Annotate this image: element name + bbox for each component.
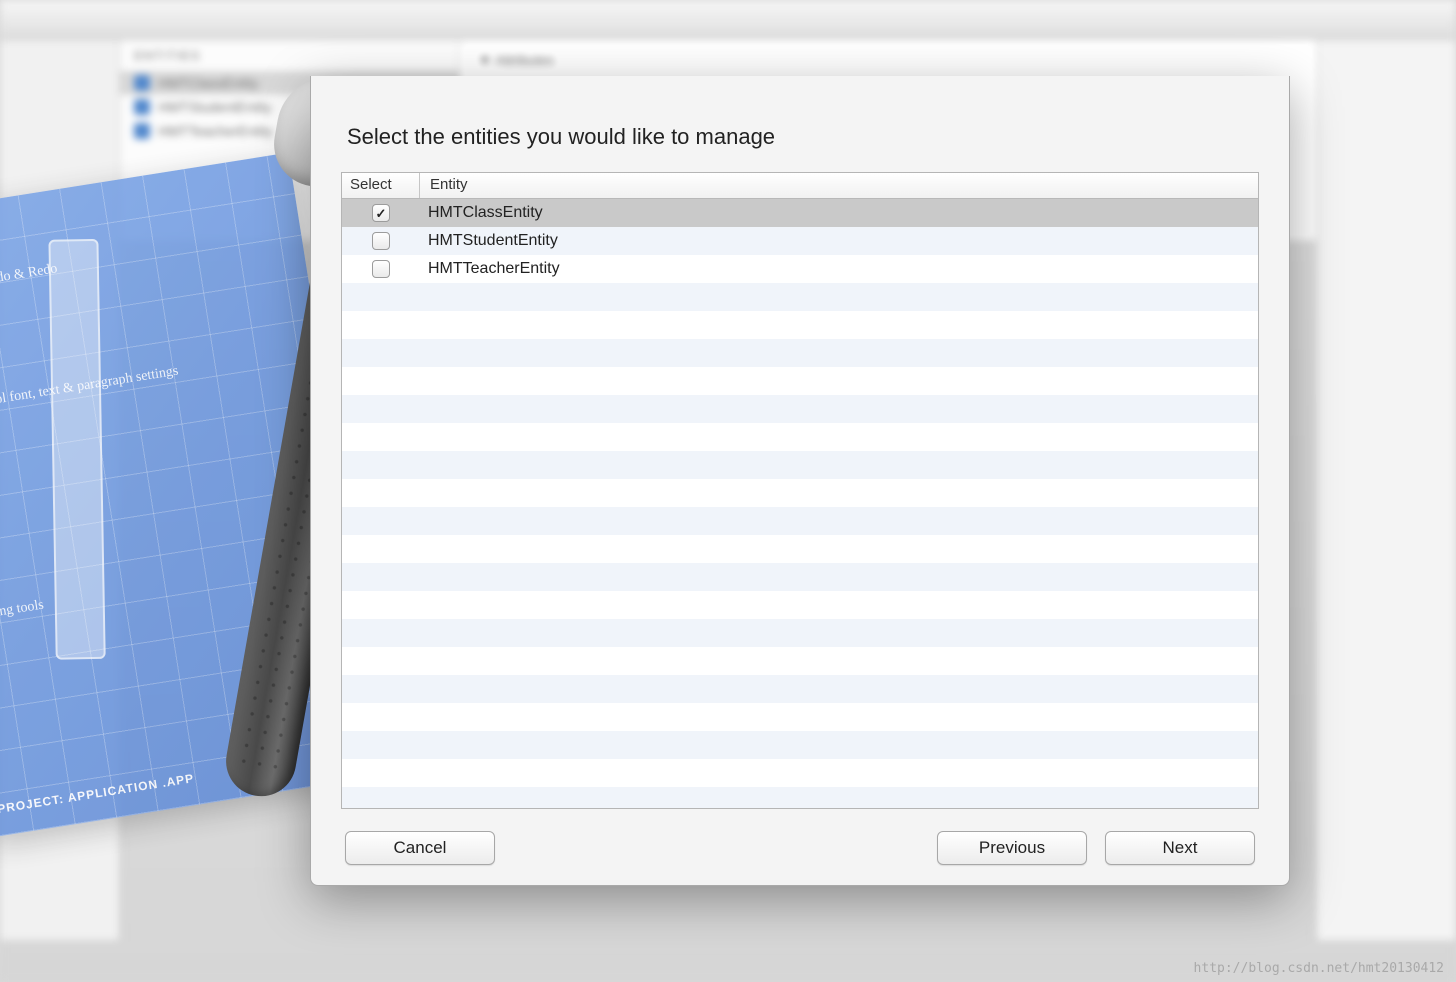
entity-selection-dialog: Select the entities you would like to ma… [310, 76, 1290, 886]
entity-table: Select Entity HMTClassEntity HMTStudentE… [341, 172, 1259, 809]
previous-button[interactable]: Previous [937, 831, 1087, 865]
bg-inspector [1316, 40, 1456, 940]
dialog-title: Select the entities you would like to ma… [347, 124, 1253, 150]
checkbox-icon[interactable] [372, 260, 390, 278]
bg-attributes-header: ▼ Attributes [460, 40, 1316, 80]
table-row[interactable]: HMTClassEntity [342, 199, 1258, 227]
column-header-select[interactable]: Select [342, 173, 420, 198]
cell-select [342, 204, 420, 222]
button-bar: Cancel Previous Next [341, 809, 1259, 865]
checkbox-icon[interactable] [372, 204, 390, 222]
blueprint-text: editing tools [0, 597, 45, 626]
table-body[interactable]: HMTClassEntity HMTStudentEntity HMTTeach… [342, 199, 1258, 808]
column-header-entity[interactable]: Entity [420, 173, 1258, 198]
cell-select [342, 232, 420, 250]
cell-entity-name: HMTStudentEntity [420, 232, 1258, 250]
checkbox-icon[interactable] [372, 232, 390, 250]
cell-select [342, 260, 420, 278]
bg-entities-header: ENTITIES [120, 40, 459, 71]
table-row[interactable]: HMTStudentEntity [342, 227, 1258, 255]
watermark-text: http://blog.csdn.net/hmt20130412 [1194, 961, 1444, 976]
bg-toolbar [0, 0, 1456, 40]
table-header: Select Entity [342, 173, 1258, 199]
cell-entity-name: HMTTeacherEntity [420, 260, 1258, 278]
next-button[interactable]: Next [1105, 831, 1255, 865]
stripe-background [342, 199, 1258, 808]
cancel-button[interactable]: Cancel [345, 831, 495, 865]
cell-entity-name: HMTClassEntity [420, 204, 1258, 222]
table-row[interactable]: HMTTeacherEntity [342, 255, 1258, 283]
